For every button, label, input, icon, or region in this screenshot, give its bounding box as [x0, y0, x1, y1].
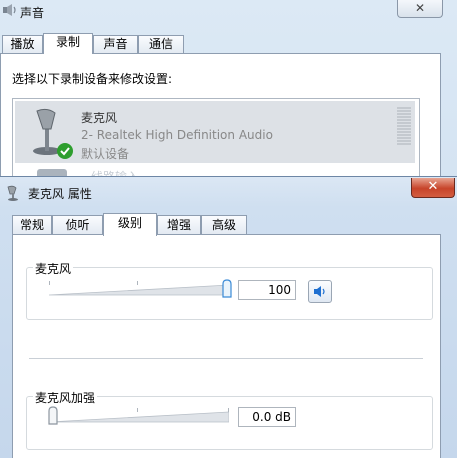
microphone-boost-value[interactable]: 0.0 dB: [238, 407, 296, 427]
microphone-boost-label: 麦克风加强: [33, 389, 98, 406]
sound-dialog-titlebar: 声音 ✕: [0, 0, 457, 22]
dialog-title: 麦克风 属性: [28, 187, 92, 201]
speaker-icon: [314, 286, 325, 297]
tab-recording[interactable]: 录制: [43, 33, 93, 54]
device-description: 2- Realtek High Definition Audio: [81, 128, 273, 142]
boost-slider-ticks: [49, 408, 229, 412]
microphone-properties-dialog: 麦克风 属性 ✕ 麦克风 100 麦克风加强 0.0 dB 常规 侦听 级别 增…: [0, 176, 457, 458]
tab-general[interactable]: 常规: [12, 215, 52, 234]
tab-advanced[interactable]: 高级: [201, 215, 247, 234]
level-meter: [397, 107, 411, 147]
boost-slider-track: [49, 411, 229, 423]
microphone-boost-group: 麦克风加强 0.0 dB: [26, 389, 433, 450]
list-item-microphone[interactable]: 麦克风 2- Realtek High Definition Audio 默认设…: [15, 101, 415, 163]
tab-sounds[interactable]: 声音: [93, 35, 138, 53]
microphone-slider-thumb[interactable]: [222, 279, 232, 299]
tab-listen[interactable]: 侦听: [52, 215, 103, 234]
tab-communications[interactable]: 通信: [138, 35, 184, 53]
close-icon: ✕: [414, 1, 426, 15]
tab-playback[interactable]: 播放: [2, 35, 43, 53]
device-status: 默认设备: [81, 147, 130, 161]
microphone-level-label: 麦克风: [33, 260, 74, 277]
levels-panel: 麦克风 100 麦克风加强 0.0 dB: [12, 234, 441, 458]
sound-dialog-title: 声音: [20, 6, 45, 20]
sound-dialog-close-button[interactable]: ✕: [397, 0, 443, 18]
microphone-icon: [7, 185, 18, 201]
close-icon: ✕: [427, 179, 439, 194]
microphone-icon: [33, 108, 73, 159]
green-check-icon: [57, 143, 73, 159]
group-divider: [29, 358, 423, 359]
tab-levels[interactable]: 级别: [103, 213, 157, 236]
speaker-icon: [3, 4, 16, 16]
tab-enhancements[interactable]: 增强: [157, 215, 201, 234]
device-name: 麦克风: [81, 111, 118, 125]
microphone-slider-ticks: [49, 281, 229, 285]
microphone-level-value[interactable]: 100: [238, 280, 296, 300]
microphone-slider-track: [49, 284, 229, 296]
close-button[interactable]: ✕: [411, 178, 455, 198]
recording-device-list[interactable]: 麦克风 2- Realtek High Definition Audio 默认设…: [12, 98, 420, 184]
recording-instruction: 选择以下录制设备来修改设置:: [12, 72, 173, 86]
microphone-level-group: 麦克风 100: [26, 260, 433, 320]
microphone-mute-button[interactable]: [308, 280, 332, 303]
boost-slider-thumb[interactable]: [48, 406, 58, 426]
